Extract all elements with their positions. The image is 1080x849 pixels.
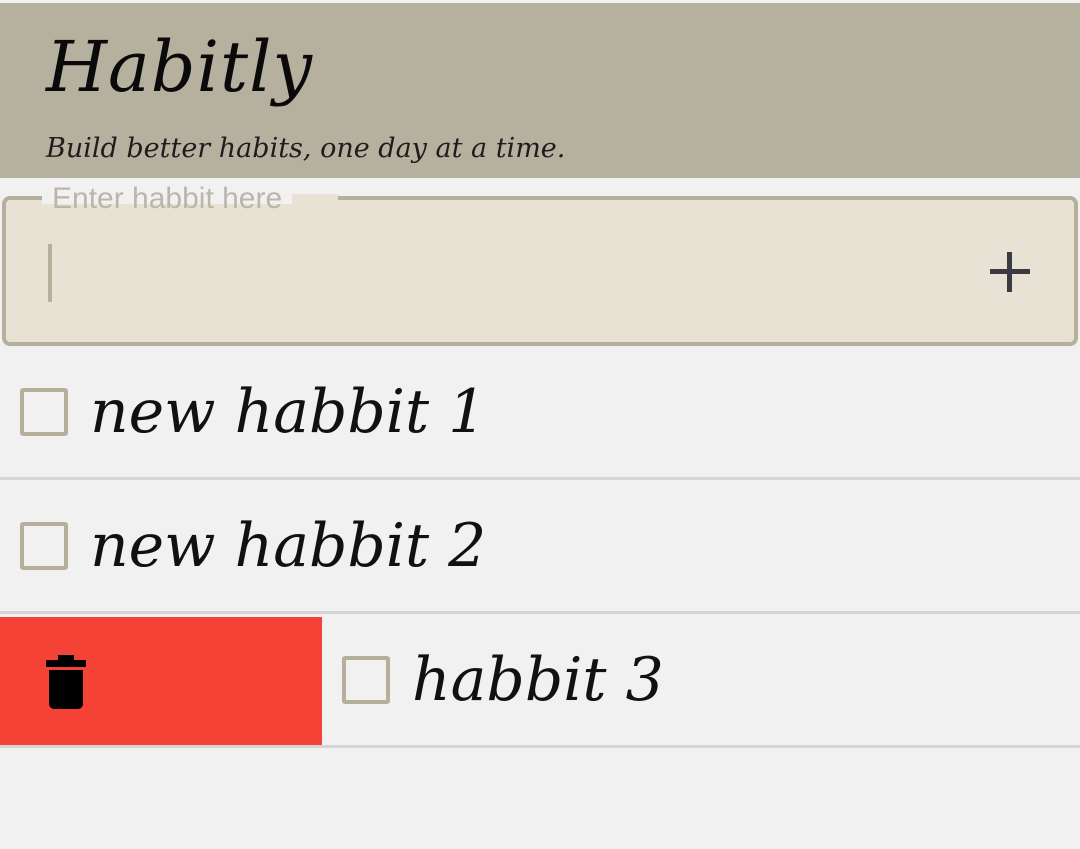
habit-row-content: new habbit 1 bbox=[0, 346, 1080, 477]
habit-label: new habbit 1 bbox=[90, 377, 487, 447]
habit-checkbox[interactable] bbox=[20, 522, 68, 570]
habit-row[interactable]: new habbit 1 bbox=[0, 346, 1080, 480]
habit-row-content: new habbit 2 bbox=[0, 480, 1080, 611]
habit-checkbox[interactable] bbox=[20, 388, 68, 436]
habit-list: new habbit 1 new habbit 2 habbit 3 bbox=[0, 346, 1080, 748]
add-habit-button[interactable] bbox=[982, 244, 1038, 300]
habit-row[interactable]: new habbit 2 bbox=[0, 480, 1080, 614]
habit-checkbox[interactable] bbox=[342, 656, 390, 704]
habit-input-field: Enter habbit here bbox=[0, 182, 1080, 346]
habit-input-outline: Enter habbit here bbox=[2, 182, 1078, 346]
habit-label: new habbit 2 bbox=[90, 511, 487, 581]
app-header: Habitly Build better habits, one day at … bbox=[0, 3, 1080, 178]
app-title: Habitly bbox=[46, 26, 314, 108]
habit-row[interactable]: habbit 3 bbox=[0, 614, 1080, 748]
habit-input-label: Enter habbit here bbox=[42, 182, 293, 215]
habit-input[interactable] bbox=[46, 236, 950, 308]
text-cursor bbox=[48, 244, 52, 302]
trash-icon bbox=[46, 655, 86, 709]
plus-icon bbox=[990, 252, 1030, 292]
app-subtitle: Build better habits, one day at a time. bbox=[46, 133, 566, 164]
habit-label: habbit 3 bbox=[412, 645, 664, 715]
swipe-delete-button[interactable] bbox=[0, 617, 322, 745]
habit-row-content: habbit 3 bbox=[322, 614, 1080, 745]
app-root: Habitly Build better habits, one day at … bbox=[0, 0, 1080, 849]
